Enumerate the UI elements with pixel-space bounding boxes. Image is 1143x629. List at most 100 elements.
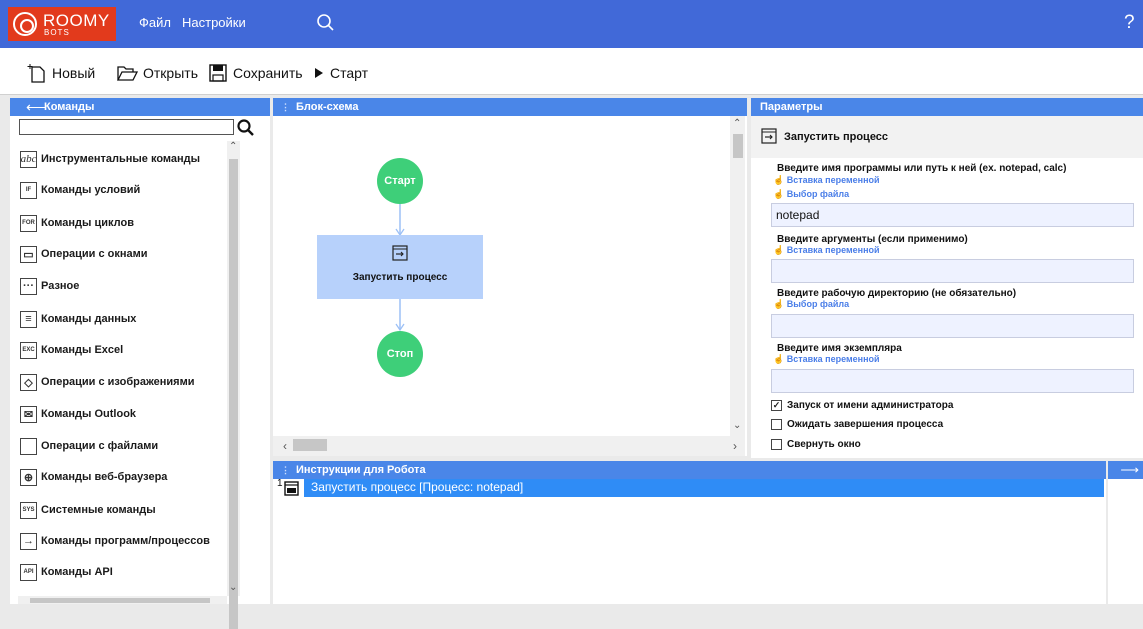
choose-file-link-1[interactable]: ☝ Выбор файла bbox=[773, 189, 849, 200]
insert-variable-link-1[interactable]: ☝ Вставка переменной bbox=[773, 175, 880, 186]
flow-scroll-left-icon[interactable]: ‹ bbox=[283, 439, 287, 453]
folder-open-icon bbox=[116, 66, 138, 81]
flow-node-start[interactable]: Старт bbox=[377, 158, 423, 204]
command-item-label: Команды API bbox=[41, 566, 113, 578]
instructions-title: Инструкции для Робота bbox=[296, 464, 426, 476]
image-icon: ◇ bbox=[20, 373, 37, 391]
choose-file-text: Выбор файла bbox=[786, 299, 850, 309]
drag-handle-icon[interactable]: ⋮ bbox=[281, 461, 290, 479]
instruction-row-text: Запустить процесс [Процесс: notepad] bbox=[304, 479, 1104, 497]
command-item-label: Операции с файлами bbox=[41, 440, 159, 452]
flowchart-vscrollbar[interactable]: ⌃ ⌄ bbox=[730, 116, 745, 436]
command-item[interactable]: SYS Системные команды bbox=[20, 500, 156, 520]
roomy-logo: ROOMY BOTS bbox=[8, 7, 116, 41]
command-item-label: Команды программ/процессов bbox=[41, 535, 210, 547]
insert-variable-link-3[interactable]: ☝ Вставка переменной bbox=[773, 354, 880, 365]
search-icon[interactable] bbox=[314, 11, 338, 35]
for-icon: FOR bbox=[20, 214, 37, 232]
scroll-up-arrow-icon[interactable]: ⌃ bbox=[229, 141, 237, 152]
drag-handle-icon[interactable]: ⋮ bbox=[281, 98, 290, 116]
scroll-down-arrow-icon[interactable]: ⌄ bbox=[229, 582, 237, 593]
command-item[interactable]: ≡ Команды данных bbox=[20, 309, 136, 329]
expand-right-arrow-icon[interactable]: ⟶ bbox=[1108, 461, 1143, 479]
run-as-admin-label: Запуск от имени администратора bbox=[787, 400, 954, 411]
command-item-label: Операции с изображениями bbox=[41, 376, 195, 388]
command-item-label: Команды Outlook bbox=[41, 408, 137, 420]
command-item[interactable]: ▭ Операции с окнами bbox=[20, 244, 148, 264]
command-item[interactable]: → Команды программ/процессов bbox=[20, 531, 210, 551]
menu-file[interactable]: Файл bbox=[139, 15, 171, 30]
command-item-label: Системные команды bbox=[41, 504, 156, 516]
commands-title: Команды bbox=[44, 101, 95, 113]
choose-file-link-2[interactable]: ☝ Выбор файла bbox=[773, 299, 849, 310]
logo-ring-icon bbox=[13, 12, 37, 36]
save-button[interactable]: Сохранить bbox=[208, 62, 303, 84]
commands-scroll-thumb[interactable] bbox=[229, 159, 238, 629]
instructions-header: ⋮ Инструкции для Робота bbox=[273, 461, 1106, 479]
command-item-label: Разное bbox=[41, 280, 80, 292]
window-icon: ▭ bbox=[20, 245, 37, 263]
checkbox-empty-icon[interactable] bbox=[771, 419, 782, 430]
arguments-label: Введите аргументы (если применимо) bbox=[777, 234, 968, 245]
flowchart-header: ⋮ Блок-схема bbox=[273, 98, 747, 116]
flow-node-stop[interactable]: Стоп bbox=[377, 331, 423, 377]
instance-input[interactable] bbox=[771, 369, 1134, 393]
command-item-label: Инструментальные команды bbox=[41, 153, 201, 165]
commands-search-icon[interactable] bbox=[236, 118, 256, 138]
flow-scroll-down-icon[interactable]: ⌄ bbox=[733, 420, 741, 431]
flow-node-process[interactable]: Запустить процесс bbox=[317, 235, 483, 299]
globe-icon: ⊕ bbox=[20, 468, 37, 486]
command-item[interactable]: IF Команды условий bbox=[20, 180, 140, 200]
insert-variable-text: Вставка переменной bbox=[786, 245, 880, 255]
parameters-title: Параметры bbox=[760, 101, 823, 113]
parameters-header: Параметры bbox=[751, 98, 1143, 116]
insert-variable-text: Вставка переменной bbox=[786, 354, 880, 364]
workdir-input[interactable] bbox=[771, 314, 1134, 338]
command-item-label: Команды Excel bbox=[41, 344, 124, 356]
choose-file-text: Выбор файла bbox=[786, 189, 850, 199]
play-icon bbox=[315, 68, 323, 78]
command-item[interactable]: API Команды API bbox=[20, 562, 113, 582]
command-item[interactable]: EXC Команды Excel bbox=[20, 340, 123, 360]
sys-icon: SYS bbox=[20, 501, 37, 519]
insert-variable-link-2[interactable]: ☝ Вставка переменной bbox=[773, 245, 880, 256]
command-item[interactable]: Операции с файлами bbox=[20, 436, 158, 456]
run-as-admin-checkbox[interactable]: ✓ Запуск от имени администратора bbox=[771, 400, 953, 411]
data-icon: ≡ bbox=[20, 310, 37, 328]
help-button[interactable]: ? bbox=[1124, 12, 1135, 34]
command-item[interactable]: ◇ Операции с изображениями bbox=[20, 372, 194, 392]
commands-hscroll-thumb[interactable] bbox=[30, 598, 210, 603]
arguments-input[interactable] bbox=[771, 259, 1134, 283]
command-item[interactable]: abc Инструментальные команды bbox=[20, 149, 200, 169]
start-button[interactable]: Старт bbox=[313, 62, 368, 84]
flowchart-hscrollbar[interactable]: ‹ › bbox=[273, 436, 745, 456]
commands-scrollbar[interactable]: ⌃ ⌄ bbox=[227, 141, 240, 629]
command-item[interactable]: ✉ Команды Outlook bbox=[20, 404, 136, 424]
command-item[interactable]: ··· Разное bbox=[20, 276, 79, 296]
command-item[interactable]: ⊕ Команды веб-браузера bbox=[20, 467, 167, 487]
if-icon: IF bbox=[20, 181, 37, 199]
menu-settings[interactable]: Настройки bbox=[182, 15, 246, 30]
process-icon bbox=[284, 481, 299, 496]
command-item[interactable]: FOR Команды циклов bbox=[20, 213, 134, 233]
flow-scroll-up-icon[interactable]: ⌃ bbox=[733, 118, 741, 129]
checkbox-empty-icon[interactable] bbox=[771, 439, 782, 450]
minimize-checkbox[interactable]: Свернуть окно bbox=[771, 439, 861, 450]
flow-scroll-right-icon[interactable]: › bbox=[733, 439, 737, 453]
flow-hscroll-thumb[interactable] bbox=[293, 439, 327, 451]
open-button[interactable]: Открыть bbox=[116, 62, 198, 84]
mail-icon: ✉ bbox=[20, 405, 37, 423]
exc-icon: EXC bbox=[20, 341, 37, 359]
flow-vscroll-thumb[interactable] bbox=[733, 134, 743, 158]
commands-header: ⟵ Команды bbox=[10, 98, 270, 116]
command-item-label: Операции с окнами bbox=[41, 248, 148, 260]
new-button[interactable]: Новый bbox=[27, 62, 95, 84]
instruction-row[interactable]: 1 Запустить процесс [Процесс: notepad] bbox=[273, 478, 1104, 498]
commands-search-input[interactable] bbox=[19, 119, 234, 135]
right-collapsed-panel bbox=[1108, 479, 1143, 604]
wait-finish-checkbox[interactable]: Ожидать завершения процесса bbox=[771, 419, 943, 430]
checkbox-checked-icon[interactable]: ✓ bbox=[771, 400, 782, 411]
commands-hscrollbar[interactable] bbox=[18, 596, 227, 604]
program-path-input[interactable] bbox=[771, 203, 1134, 227]
wait-finish-label: Ожидать завершения процесса bbox=[787, 419, 944, 430]
